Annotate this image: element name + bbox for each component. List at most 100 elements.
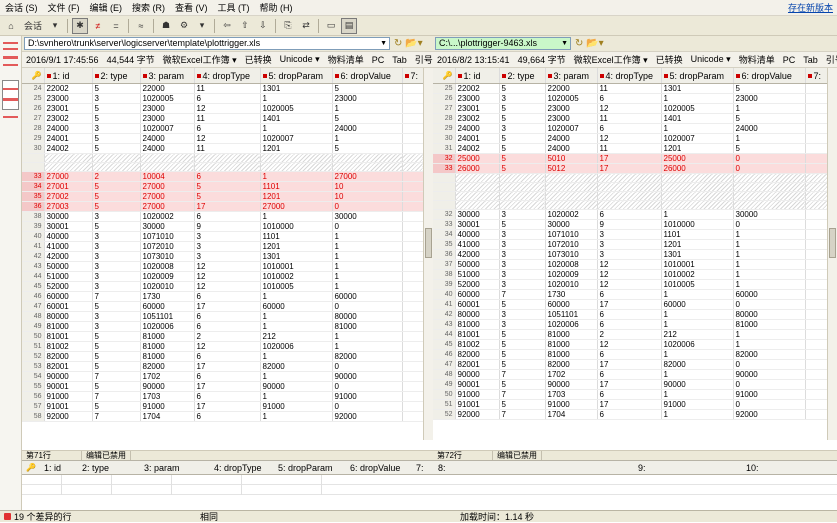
table-cell[interactable]: 92000 [455, 409, 500, 420]
show-same-icon[interactable]: = [108, 18, 124, 34]
table-cell[interactable]: 3 [597, 229, 662, 240]
table-cell[interactable] [455, 182, 500, 192]
table-cell[interactable]: 30000 [455, 209, 500, 220]
table-cell[interactable]: 1010005 [661, 279, 734, 290]
table-cell[interactable] [402, 241, 424, 252]
table-cell[interactable]: 24000 [545, 143, 598, 154]
right-table-row[interactable]: 31 24002 5 24000 11 1201 5 [433, 143, 828, 154]
table-cell[interactable]: 27002 [44, 191, 93, 202]
table-cell[interactable] [402, 103, 424, 114]
left-table-row[interactable] [22, 153, 424, 163]
table-cell[interactable]: 1010001 [661, 259, 734, 270]
right-column-header[interactable]: 7: [805, 68, 828, 84]
table-cell[interactable]: 91000 [332, 391, 403, 402]
table-cell[interactable]: 81000 [455, 319, 500, 330]
table-cell[interactable]: 22002 [455, 83, 500, 94]
table-cell[interactable]: 51000 [44, 271, 93, 282]
right-grid[interactable]: 🔑 1: id 2: type 3: param 4: dropType 5: dropP… [433, 68, 837, 440]
right-table-row[interactable]: 44 81001 5 81000 2 212 1 [433, 329, 828, 340]
table-cell[interactable] [455, 173, 500, 183]
table-cell[interactable]: 52000 [44, 281, 93, 292]
table-cell[interactable] [402, 381, 424, 392]
table-cell[interactable]: 6 [194, 93, 261, 104]
table-cell[interactable]: 24000 [545, 133, 598, 144]
table-cell[interactable] [402, 113, 424, 124]
table-cell[interactable] [733, 173, 806, 183]
right-table-row[interactable]: 30 24001 5 24000 12 1020007 1 [433, 133, 828, 144]
table-cell[interactable]: 17 [194, 401, 261, 412]
table-cell[interactable]: 81000 [733, 319, 806, 330]
table-cell[interactable] [733, 191, 806, 201]
table-cell[interactable]: 1071010 [545, 229, 598, 240]
table-cell[interactable] [402, 83, 424, 94]
table-cell[interactable]: 5 [499, 349, 546, 360]
table-cell[interactable]: 5 [194, 181, 261, 192]
right-table-row[interactable]: 40 60000 7 1730 6 1 60000 [433, 289, 828, 300]
table-cell[interactable]: 1020005 [545, 93, 598, 104]
table-cell[interactable]: 5 [332, 113, 403, 124]
table-cell[interactable]: 7 [92, 371, 141, 382]
table-cell[interactable]: 1051101 [140, 311, 195, 322]
right-table-row[interactable]: 35 41000 3 1072010 3 1201 1 [433, 239, 828, 250]
table-cell[interactable] [805, 329, 828, 340]
table-cell[interactable] [402, 143, 424, 154]
table-cell[interactable]: 6 [597, 319, 662, 330]
right-table-row[interactable]: 37 50000 3 1020008 12 1010001 1 [433, 259, 828, 270]
table-cell[interactable]: 1020008 [545, 259, 598, 270]
table-cell[interactable]: 23000 [140, 113, 195, 124]
table-cell[interactable]: 5 [92, 201, 141, 212]
table-cell[interactable]: 1020008 [140, 261, 195, 272]
home-icon[interactable]: ⌂ [3, 18, 19, 34]
table-cell[interactable]: 26000 [661, 163, 734, 174]
table-cell[interactable]: 81001 [44, 331, 93, 342]
table-cell[interactable]: 17 [597, 299, 662, 310]
table-cell[interactable]: 1 [332, 251, 403, 262]
table-cell[interactable]: 23000 [332, 93, 403, 104]
left-table-row[interactable]: 26 23001 5 23000 12 1020005 1 [22, 103, 424, 114]
table-cell[interactable] [402, 331, 424, 342]
chevron-down-icon[interactable]: ▼ [380, 38, 387, 49]
table-cell[interactable]: 6 [194, 321, 261, 332]
right-table-row[interactable]: 50 91000 7 1703 6 1 91000 [433, 389, 828, 400]
table-cell[interactable]: 1730 [545, 289, 598, 300]
left-table-row[interactable]: 30 24002 5 24000 11 1201 5 [22, 143, 424, 154]
table-cell[interactable]: 5 [332, 143, 403, 154]
right-table-row[interactable]: 49 90001 5 90000 17 90000 0 [433, 379, 828, 390]
table-cell[interactable]: 1 [260, 211, 333, 222]
table-cell[interactable]: 27000 [140, 201, 195, 212]
right-vertical-scrollbar[interactable] [827, 68, 837, 440]
right-table-row[interactable]: 46 82000 5 81000 6 1 82000 [433, 349, 828, 360]
table-cell[interactable] [402, 291, 424, 302]
table-cell[interactable] [402, 231, 424, 242]
table-cell[interactable]: 0 [733, 299, 806, 310]
right-table-row[interactable] [433, 182, 828, 192]
table-cell[interactable]: 1010000 [260, 221, 333, 232]
table-cell[interactable] [805, 191, 828, 201]
table-cell[interactable]: 6 [597, 309, 662, 320]
table-cell[interactable]: 60000 [44, 291, 93, 302]
left-table-row[interactable]: 47 60001 5 60000 17 60000 0 [22, 301, 424, 312]
table-cell[interactable] [194, 162, 261, 172]
table-cell[interactable]: 0 [332, 201, 403, 212]
table-cell[interactable]: 22000 [140, 83, 195, 94]
table-cell[interactable]: 30001 [455, 219, 500, 230]
table-cell[interactable]: 1 [661, 349, 734, 360]
table-cell[interactable]: 5 [733, 113, 806, 124]
table-cell[interactable]: 81002 [44, 341, 93, 352]
table-cell[interactable]: 5 [499, 399, 546, 410]
table-cell[interactable]: 51000 [455, 269, 500, 280]
right-table-row[interactable]: 25 22002 5 22000 11 1301 5 [433, 83, 828, 94]
table-cell[interactable]: 1702 [545, 369, 598, 380]
table-cell[interactable]: 6 [597, 93, 662, 104]
table-cell[interactable]: 17 [597, 359, 662, 370]
table-cell[interactable]: 10 [332, 191, 403, 202]
table-cell[interactable] [545, 191, 598, 201]
detail-col-header[interactable]: 2: type [78, 463, 140, 473]
table-cell[interactable] [44, 153, 93, 163]
table-cell[interactable]: 3 [499, 123, 546, 134]
left-table-row[interactable]: 28 24000 3 1020007 6 1 24000 [22, 123, 424, 134]
left-table-row[interactable]: 51 81002 5 81000 12 1020006 1 [22, 341, 424, 352]
table-cell[interactable]: 1020006 [140, 321, 195, 332]
table-cell[interactable]: 3 [92, 311, 141, 322]
table-cell[interactable]: 81002 [455, 339, 500, 350]
